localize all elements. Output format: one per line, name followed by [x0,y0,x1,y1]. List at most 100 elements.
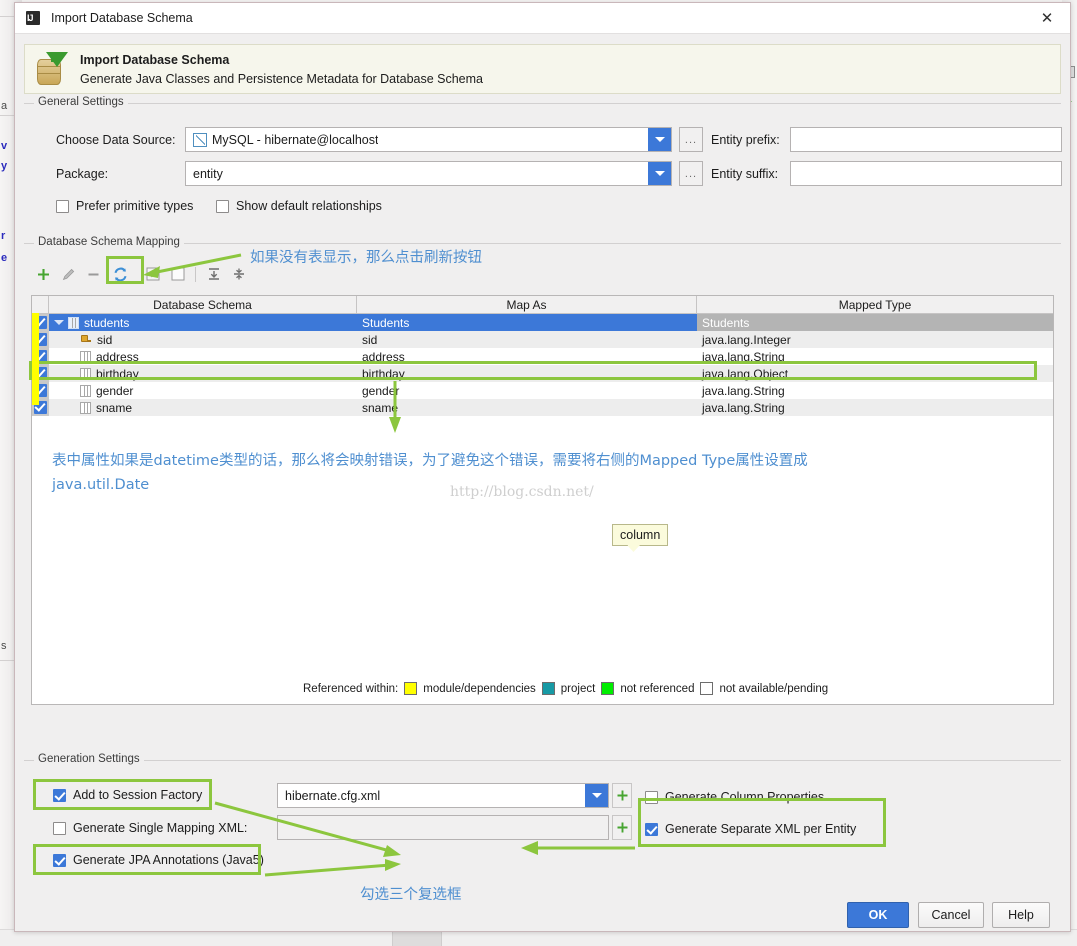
entity-prefix-label: Entity prefix: [711,133,780,147]
table-row[interactable]: gender gender java.lang.String [32,382,1053,399]
add-session-factory-file-button[interactable] [612,783,632,808]
table-header-row: Database Schema Map As Mapped Type [32,296,1053,314]
collapse-all-button[interactable] [226,263,251,285]
highlight-refresh-button [106,256,144,284]
column-header-map-as[interactable]: Map As [357,296,697,313]
package-browse-button[interactable]: ... [679,161,703,186]
datetime-annotation-line1: 表中属性如果是datetime类型的话，那么将会映射错误，为了避免这个错误，需要… [52,453,808,469]
schema-mapping-table[interactable]: Database Schema Map As Mapped Type stude… [31,295,1054,705]
checkbox-box [216,199,229,213]
chevron-down-icon[interactable] [54,320,64,325]
table-icon [68,316,79,329]
single-mapping-xml-field[interactable] [277,815,609,840]
generate-single-mapping-xml-label: Generate Single Mapping XML: [73,821,248,835]
table-row[interactable]: students Students Students [32,314,1053,331]
legend-label-not-available: not available/pending [719,682,829,695]
ok-button[interactable]: OK [847,902,909,928]
edit-button[interactable] [56,263,81,285]
pencil-icon [62,268,75,280]
plus-icon [617,790,627,801]
toolbar-divider [195,266,196,282]
cell-map-as[interactable]: Students [357,314,697,331]
help-button[interactable]: Help [992,902,1050,928]
schema-mapping-legend: Database Schema Mapping [34,236,184,248]
cell-schema-text: sid [97,332,113,347]
column-tooltip: column [612,524,669,552]
import-database-schema-dialog: Import Database Schema ✕ Import Database… [14,2,1071,932]
cell-database-schema: students [49,314,357,331]
highlight-birthday-row [29,361,1037,380]
package-browse-label: ... [684,167,698,180]
cell-schema-text: sname [96,400,133,415]
dialog-titlebar: Import Database Schema ✕ [15,3,1070,34]
session-factory-file-combo[interactable]: hibernate.cfg.xml [277,783,609,808]
cancel-button-label: Cancel [931,908,971,922]
entity-suffix-field[interactable] [790,161,1062,186]
cell-mapped-type[interactable]: java.lang.String [697,382,1053,399]
reference-legend-label: Referenced within: [303,682,399,695]
legend-label-module-dependencies: module/dependencies [423,682,536,695]
package-combo[interactable]: entity [185,161,672,186]
highlight-generate-separate-xml [638,798,886,847]
highlight-generate-jpa [33,844,261,875]
table-row[interactable]: sid sid java.lang.Integer [32,331,1053,348]
cell-mapped-type[interactable]: java.lang.Integer [697,331,1053,348]
entity-prefix-field[interactable] [790,127,1062,152]
minus-icon [88,273,99,275]
expand-all-button[interactable] [201,263,226,285]
column-icon [80,384,91,397]
checkbox-annotation: 勾选三个复选框 [360,887,462,903]
column-header-database-schema[interactable]: Database Schema [49,296,357,313]
data-source-browse-button[interactable]: ... [679,127,703,152]
cell-mapped-type[interactable]: java.lang.String [697,399,1053,416]
cell-map-as[interactable]: gender [357,382,697,399]
add-single-mapping-xml-button[interactable] [612,815,632,840]
show-default-relationships-checkbox[interactable]: Show default relationships [216,199,382,213]
primary-key-icon [80,334,92,346]
dialog-banner: Import Database Schema Generate Java Cla… [24,44,1061,94]
chevron-down-icon[interactable] [585,784,608,807]
taskbar-button[interactable] [392,930,442,946]
add-button[interactable] [31,263,56,285]
plus-icon [617,822,627,833]
data-source-label: Choose Data Source: [56,133,176,147]
generation-settings-legend: Generation Settings [34,753,144,765]
generate-single-mapping-xml-checkbox[interactable]: Generate Single Mapping XML: [53,821,247,835]
package-value: entity [193,166,223,181]
data-source-browse-label: ... [684,133,698,146]
check-box-icon [146,267,159,281]
prefer-primitive-types-label: Prefer primitive types [76,199,194,213]
table-row[interactable]: sname sname java.lang.String [32,399,1053,416]
close-icon[interactable]: ✕ [1032,7,1062,29]
cell-mapped-type[interactable]: Students [697,314,1053,331]
checkbox-box [56,199,69,213]
deselect-all-button[interactable] [165,263,190,285]
data-source-combo[interactable]: MySQL - hibernate@localhost [185,127,672,152]
chevron-down-icon[interactable] [648,128,671,151]
banner-subtitle: Generate Java Classes and Persistence Me… [80,71,483,86]
cell-map-as[interactable]: sid [357,331,697,348]
remove-button[interactable] [81,263,106,285]
reference-legend: Referenced within: module/dependencies p… [303,682,828,695]
refresh-annotation: 如果没有表显示，那么点击刷新按钮 [250,250,482,266]
cancel-button[interactable]: Cancel [918,902,984,928]
cell-schema-text: students [84,315,130,330]
select-column-header [32,296,49,313]
cell-schema-text: gender [96,383,134,398]
watermark: http://blog.csdn.net/ [450,484,594,500]
mysql-datasource-icon [193,132,207,147]
banner-title: Import Database Schema [80,52,230,67]
entity-suffix-label: Entity suffix: [711,167,779,181]
legend-label-not-referenced: not referenced [620,682,695,695]
package-label: Package: [56,167,109,181]
dialog-title: Import Database Schema [51,11,193,25]
column-header-mapped-type[interactable]: Mapped Type [697,296,1053,313]
prefer-primitive-types-checkbox[interactable]: Prefer primitive types [56,199,193,213]
chevron-down-icon[interactable] [648,162,671,185]
collapse-all-icon [233,268,244,280]
column-tooltip-label: column [620,528,661,542]
intellij-idea-icon [26,11,40,25]
cell-database-schema: gender [49,382,357,399]
show-default-relationships-label: Show default relationships [236,199,382,213]
cell-map-as[interactable]: sname [357,399,697,416]
